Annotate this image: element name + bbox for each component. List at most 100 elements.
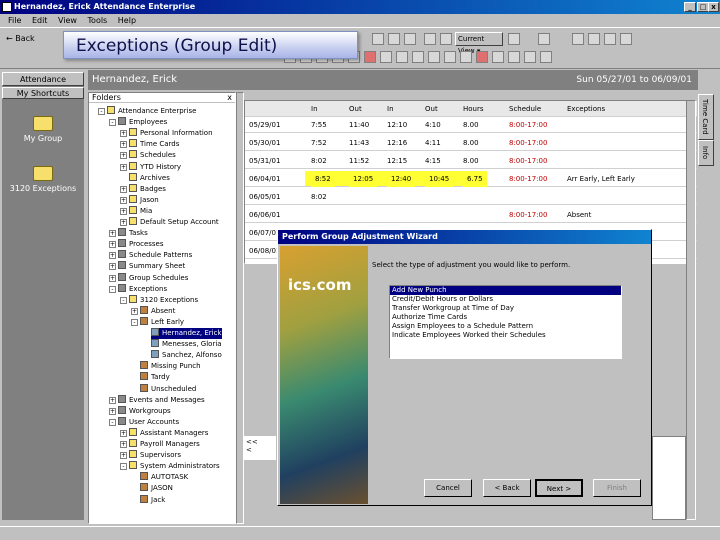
minimize-button[interactable]: _ [684, 2, 696, 12]
help-icon[interactable] [508, 33, 520, 45]
menu-view[interactable]: View [58, 16, 77, 25]
tool-o-icon[interactable] [524, 51, 536, 63]
tool-p-icon[interactable] [540, 51, 552, 63]
menu-edit[interactable]: Edit [32, 16, 48, 25]
tool-k-icon[interactable] [460, 51, 472, 63]
expand-icon[interactable]: + [109, 241, 116, 249]
back-button-wizard[interactable]: < Back [483, 479, 531, 497]
options-icon[interactable] [604, 33, 616, 45]
table-row[interactable]: 06/06/01 8:00-17:00 Absent [245, 207, 697, 223]
tree-item[interactable]: + Badges [120, 183, 166, 195]
adjustment-option[interactable]: Add New Punch [390, 286, 621, 295]
tool-g-icon[interactable] [380, 51, 392, 63]
globe-icon[interactable] [588, 33, 600, 45]
tree-item[interactable]: - Exceptions [109, 283, 167, 295]
expand-icon[interactable]: + [109, 230, 116, 238]
back-button[interactable]: ← Back [6, 34, 35, 43]
expand-icon[interactable]: + [120, 152, 127, 160]
tree-item[interactable]: + Mia [120, 205, 152, 217]
finish-button[interactable]: Finish [593, 479, 641, 497]
expand-icon[interactable]: + [120, 452, 127, 460]
expand-icon[interactable]: + [120, 130, 127, 138]
expand-icon[interactable]: + [109, 274, 116, 282]
tree-item[interactable]: + Group Schedules [109, 272, 188, 284]
cancel-button[interactable]: Cancel [424, 479, 472, 497]
expand-icon[interactable]: + [120, 441, 127, 448]
expand-icon[interactable]: + [120, 207, 127, 215]
tree-item[interactable]: - 3120 Exceptions [120, 294, 198, 306]
expand-icon[interactable]: + [120, 141, 127, 149]
tree-item[interactable]: + Payroll Managers [120, 439, 200, 450]
tree-item[interactable]: AUTOTASK [140, 472, 188, 483]
tree-item[interactable]: + Summary Sheet [109, 261, 185, 272]
my-shortcuts-tab[interactable]: My Shortcuts [2, 87, 84, 99]
collapse-icon[interactable]: - [109, 418, 116, 426]
adjustment-option[interactable]: Transfer Workgroup at Time of Day [390, 304, 621, 313]
tree-item[interactable]: Sanchez, Alfonso [151, 350, 222, 361]
expand-icon[interactable]: + [109, 252, 116, 260]
table-row[interactable]: 05/29/01 7:55 11:40 12:10 4:10 8.00 8:00-17:00 [245, 117, 697, 133]
expand-icon[interactable]: + [120, 429, 127, 437]
menu-file[interactable]: File [8, 16, 21, 25]
adjustment-type-list[interactable]: Add New Punch Credit/Debit Hours or Dolla… [389, 285, 622, 359]
tree-item[interactable]: + Schedule Patterns [109, 250, 192, 261]
tree-item[interactable]: + Absent [131, 305, 175, 317]
collapse-icon[interactable]: - [120, 296, 127, 304]
shortcuts-header[interactable]: Attendance Shortcuts [2, 72, 84, 98]
menu-tools[interactable]: Tools [88, 16, 108, 25]
nav-arrows[interactable]: << < [244, 436, 276, 460]
collapse-icon[interactable]: - [120, 463, 127, 471]
lock-icon[interactable] [428, 51, 440, 63]
cut-icon[interactable] [372, 33, 384, 45]
adjustment-option[interactable]: Credit/Debit Hours or Dollars [390, 295, 621, 304]
expand-icon[interactable]: + [120, 196, 127, 204]
collapse-icon[interactable]: - [109, 285, 116, 293]
tool-f-icon[interactable] [364, 51, 376, 63]
tree-item[interactable]: Menesses, Gloria [151, 339, 222, 350]
tree-item[interactable]: + Supervisors [120, 450, 181, 461]
printer-icon[interactable] [620, 33, 632, 45]
expand-icon[interactable]: + [120, 219, 127, 226]
shortcut-my-group[interactable]: My Group [2, 116, 84, 143]
close-pane-icon[interactable]: x [227, 93, 232, 103]
table-row[interactable]: 05/31/01 8:02 11:52 12:15 4:15 8.00 8:00-17:00 [245, 153, 697, 169]
tab-time-card[interactable]: Time Card [698, 94, 714, 140]
tree-item[interactable]: + Jason [120, 194, 159, 206]
print-preview-icon[interactable] [538, 33, 550, 45]
adjustment-option[interactable]: Indicate Employees Worked their Schedule… [390, 331, 621, 340]
current-view-button[interactable]: Current View ▾ [455, 32, 503, 55]
tree-item[interactable]: + Time Cards [120, 139, 179, 150]
expand-icon[interactable]: + [109, 263, 116, 271]
expand-icon[interactable]: + [120, 163, 127, 171]
grid-icon[interactable] [424, 33, 436, 45]
tree-item[interactable]: + Events and Messages [109, 394, 205, 406]
tree-item[interactable]: Tardy [140, 372, 170, 383]
tree-item[interactable]: JASON [140, 483, 173, 494]
tool-j-icon[interactable] [444, 51, 456, 63]
tool-l-icon[interactable] [476, 51, 488, 63]
table-row[interactable]: 06/04/01 8:52 12:05 12:40 10:45 6.75 8:00-17:0… [245, 171, 697, 187]
collapse-icon[interactable]: - [109, 119, 116, 127]
close-button[interactable]: x [708, 2, 719, 12]
tree-item[interactable]: + Personal Information [120, 128, 213, 139]
tree-item[interactable]: + Default Setup Account [120, 217, 219, 228]
tree-item[interactable]: - Attendance Enterprise [98, 106, 196, 117]
tree-item[interactable]: + Processes [109, 239, 164, 250]
tree-item[interactable]: - System Administrators [120, 461, 220, 472]
grid-scrollbar[interactable] [686, 100, 696, 520]
next-button[interactable]: Next > [535, 479, 583, 497]
expand-icon[interactable]: + [131, 307, 138, 315]
tree-item[interactable]: + Tasks [109, 228, 148, 239]
adjustment-option[interactable]: Assign Employees to a Schedule Pattern [390, 322, 621, 331]
collapse-icon[interactable]: - [98, 108, 105, 115]
tool-n-icon[interactable] [508, 51, 520, 63]
tree-item[interactable]: Unscheduled [140, 383, 196, 395]
tree-item[interactable]: - Employees [109, 117, 167, 128]
paste-icon[interactable] [404, 33, 416, 45]
tree-item[interactable]: Archives [129, 172, 170, 184]
expand-icon[interactable]: + [109, 407, 116, 415]
expand-icon[interactable]: + [109, 396, 116, 404]
tree-item[interactable]: Jack [140, 494, 165, 506]
tool-i-icon[interactable] [412, 51, 424, 63]
collapse-icon[interactable]: - [131, 318, 138, 326]
